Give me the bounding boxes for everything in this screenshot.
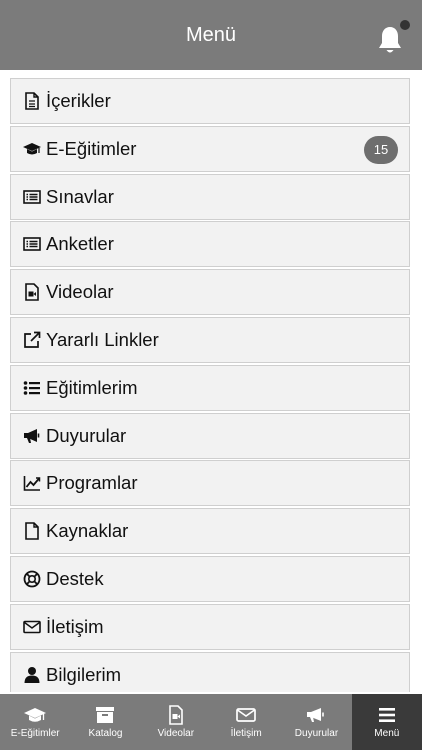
envelope-icon: [235, 705, 257, 725]
menu-item-label: İletişim: [46, 615, 104, 637]
tab-iletisim[interactable]: İletişim: [211, 694, 281, 750]
line-chart-icon: [22, 473, 42, 493]
list-card-icon: [22, 187, 42, 207]
tab-e-egitimler[interactable]: E-Eğitimler: [0, 694, 70, 750]
tab-label: Duyurular: [294, 728, 339, 739]
count-badge: 15: [364, 135, 398, 164]
bell-icon[interactable]: [376, 24, 404, 56]
menu-item-iletisim[interactable]: İletişim: [10, 603, 410, 650]
menu-item-anketler[interactable]: Anketler: [10, 221, 410, 268]
video-file-icon: [165, 705, 187, 725]
menu-item-label: Sınavlar: [46, 185, 114, 207]
tab-label: İletişim: [230, 728, 262, 739]
archive-box-icon: [94, 705, 116, 725]
menu-item-e-egitimler[interactable]: E-Eğitimler 15: [10, 125, 410, 172]
menu-item-label: Duyurular: [46, 424, 127, 446]
menu-item-label: Eğitimlerim: [46, 376, 138, 398]
list-card-icon: [22, 234, 42, 254]
video-file-icon: [22, 282, 42, 302]
tab-videolar[interactable]: Videolar: [141, 694, 211, 750]
menu-item-label: Programlar: [46, 472, 138, 494]
page-title: Menü: [185, 23, 237, 46]
menu-item-label: Anketler: [46, 233, 114, 255]
file-icon: [22, 521, 42, 541]
menu-item-kaynaklar[interactable]: Kaynaklar: [10, 508, 410, 555]
menu-item-label: Bilgilerim: [46, 663, 122, 685]
menu-item-destek[interactable]: Destek: [10, 555, 410, 602]
menu-item-bilgilerim[interactable]: Bilgilerim: [10, 651, 410, 692]
menu-item-label: Destek: [46, 567, 104, 589]
life-ring-icon: [22, 569, 42, 589]
tab-label: E-Eğitimler: [10, 728, 60, 739]
menu-item-label: Videolar: [46, 281, 114, 303]
menu-item-label: Kaynaklar: [46, 520, 129, 542]
menu-item-label: E-Eğitimler: [46, 137, 137, 159]
menu-item-sinavlar[interactable]: Sınavlar: [10, 173, 410, 220]
tab-duyurular[interactable]: Duyurular: [281, 694, 351, 750]
tab-label: Videolar: [157, 728, 195, 739]
megaphone-icon: [305, 705, 327, 725]
notification-dot: [400, 20, 410, 30]
menu-item-icerikler[interactable]: İçerikler: [10, 78, 410, 124]
document-icon: [22, 91, 42, 111]
tab-label: Menü: [374, 728, 400, 739]
graduation-cap-icon: [24, 705, 47, 725]
tab-katalog[interactable]: Katalog: [70, 694, 140, 750]
menu-list: İçerikler E-Eğitimler 15 Sınavlar Anketl…: [10, 78, 410, 692]
menu-item-programlar[interactable]: Programlar: [10, 460, 410, 507]
menu-item-duyurular[interactable]: Duyurular: [10, 412, 410, 459]
user-icon: [22, 665, 42, 685]
menu-item-videolar[interactable]: Videolar: [10, 269, 410, 316]
app-header: Menü: [0, 0, 422, 70]
hamburger-icon: [376, 705, 398, 725]
envelope-icon: [22, 617, 42, 637]
graduation-cap-icon: [22, 139, 42, 159]
menu-item-egitimlerim[interactable]: Eğitimlerim: [10, 364, 410, 411]
menu-item-label: İçerikler: [46, 90, 111, 111]
menu-item-label: Yararlı Linkler: [46, 328, 159, 350]
external-link-icon: [22, 330, 42, 350]
menu-item-yararli-linkler[interactable]: Yararlı Linkler: [10, 316, 410, 363]
tab-label: Katalog: [88, 728, 123, 739]
bottom-tab-bar: E-Eğitimler Katalog Videolar İletişim Du…: [0, 694, 422, 750]
megaphone-icon: [22, 426, 42, 446]
tab-menu[interactable]: Menü: [351, 694, 422, 750]
list-icon: [22, 378, 42, 398]
